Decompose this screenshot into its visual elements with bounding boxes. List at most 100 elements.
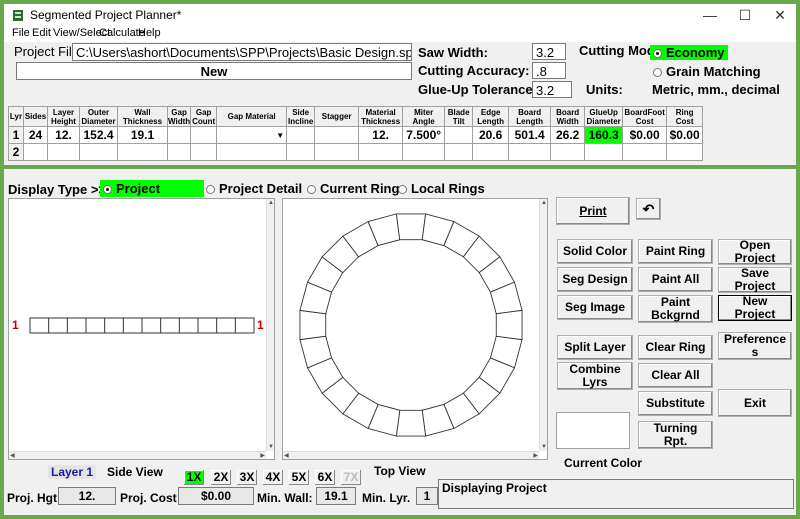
glue-up-tolerance-field[interactable]: 3.2 xyxy=(532,81,572,98)
col-header[interactable]: Miter Angle xyxy=(402,106,446,127)
grid-cell[interactable] xyxy=(166,126,192,144)
grid-cell[interactable]: 26.2 xyxy=(550,126,586,144)
col-header[interactable]: Sides xyxy=(23,106,48,127)
side-view-canvas[interactable]: 1 1 ▲ ▼ ◀ ▶ xyxy=(8,198,275,460)
grid-cell[interactable]: $0.00 xyxy=(622,126,668,144)
scroll-right-icon[interactable]: ▶ xyxy=(533,452,538,460)
paint-all-button[interactable]: Paint All xyxy=(638,267,713,292)
undo-button[interactable]: ↶ xyxy=(636,198,661,220)
cutting-mode-economy[interactable]: Economy xyxy=(650,45,728,60)
split-layer-button[interactable]: Split Layer xyxy=(557,335,633,360)
save-project-button[interactable]: Save Project xyxy=(718,267,792,293)
grid-cell[interactable] xyxy=(47,143,80,161)
project-file-field[interactable]: C:\Users\ashort\Documents\SPP\Projects\B… xyxy=(72,43,412,61)
display-local-rings[interactable]: Local Rings xyxy=(398,181,485,196)
top-view-canvas[interactable]: ▲ ▼ ◀ ▶ xyxy=(282,198,548,460)
display-project-outline[interactable]: Project Outline xyxy=(100,180,204,213)
saw-width-field[interactable]: 3.2 xyxy=(532,43,566,60)
side-view-hscrollbar[interactable]: ◀ ▶ xyxy=(9,451,266,459)
menu-file[interactable]: File xyxy=(12,27,30,39)
seg-design-button[interactable]: Seg Design xyxy=(557,267,633,292)
grid-cell-highlighted[interactable]: 160.3 xyxy=(584,126,624,144)
zoom-4x-button[interactable]: 4X xyxy=(263,470,283,485)
display-current-ring[interactable]: Current Ring xyxy=(307,181,399,196)
scroll-up-icon[interactable]: ▲ xyxy=(268,199,274,207)
col-header[interactable]: Gap Width xyxy=(166,106,192,127)
scroll-left-icon[interactable]: ◀ xyxy=(10,452,15,460)
cutting-accuracy-field[interactable]: .8 xyxy=(532,62,566,79)
top-view-hscrollbar[interactable]: ◀ ▶ xyxy=(283,451,539,459)
grid-cell[interactable]: 19.1 xyxy=(117,126,168,144)
col-header[interactable]: Ring Cost xyxy=(666,106,704,127)
side-view-vscrollbar[interactable]: ▲ ▼ xyxy=(266,199,274,451)
col-header[interactable]: Material Thickness xyxy=(358,106,404,127)
close-button[interactable]: ✕ xyxy=(764,4,796,26)
open-project-button[interactable]: Open Project xyxy=(718,239,792,265)
project-name-field[interactable]: New xyxy=(16,62,412,80)
col-header[interactable]: Board Length xyxy=(508,106,552,127)
grid-cell[interactable] xyxy=(23,143,48,161)
grid-cell[interactable] xyxy=(508,143,552,161)
scroll-right-icon[interactable]: ▶ xyxy=(260,452,265,460)
grid-cell[interactable]: 24 xyxy=(23,126,48,144)
ring-segment[interactable] xyxy=(395,213,427,241)
grid-cell[interactable] xyxy=(622,143,668,161)
grid-cell[interactable] xyxy=(444,143,474,161)
grid-cell[interactable] xyxy=(444,126,474,144)
chevron-down-icon[interactable]: ▼ xyxy=(276,131,284,140)
display-project-detail[interactable]: Project Detail xyxy=(206,181,302,196)
grid-cell[interactable] xyxy=(286,126,316,144)
col-header[interactable]: Side Incline xyxy=(286,106,316,127)
grid-cell[interactable] xyxy=(314,126,360,144)
grid-cell[interactable] xyxy=(79,143,118,161)
substitute-button[interactable]: Substitute xyxy=(638,391,713,416)
grid-cell[interactable]: $0.00 xyxy=(666,126,704,144)
grid-cell[interactable] xyxy=(216,143,288,161)
grid-cell[interactable] xyxy=(117,143,168,161)
minimize-button[interactable]: — xyxy=(694,4,726,26)
grid-cell[interactable] xyxy=(550,143,586,161)
col-header[interactable]: Board Width xyxy=(550,106,586,127)
scroll-down-icon[interactable]: ▼ xyxy=(268,443,274,451)
grid-cell[interactable]: 12. xyxy=(47,126,80,144)
menu-edit[interactable]: Edit xyxy=(32,27,51,39)
scroll-down-icon[interactable]: ▼ xyxy=(541,443,547,451)
grid-cell[interactable] xyxy=(666,143,704,161)
menu-help[interactable]: Help xyxy=(138,27,161,39)
maximize-button[interactable]: ☐ xyxy=(729,4,761,26)
top-view-vscrollbar[interactable]: ▲ ▼ xyxy=(539,199,547,451)
new-project-button[interactable]: New Project xyxy=(718,295,792,321)
grid-cell[interactable] xyxy=(286,143,316,161)
grid-cell[interactable] xyxy=(402,143,446,161)
grid-cell[interactable]: 12. xyxy=(358,126,404,144)
zoom-2x-button[interactable]: 2X xyxy=(211,470,231,485)
col-header[interactable]: Outer Diameter xyxy=(79,106,118,127)
current-color-swatch[interactable] xyxy=(556,412,630,449)
zoom-5x-button[interactable]: 5X xyxy=(289,470,309,485)
combine-layers-button[interactable]: Combine Lyrs xyxy=(557,362,633,390)
row-header[interactable]: 2 xyxy=(8,143,24,161)
ring-segment[interactable] xyxy=(299,309,327,341)
turning-report-button[interactable]: Turning Rpt. xyxy=(638,421,713,449)
col-header[interactable]: Lyr xyxy=(8,106,24,127)
col-header[interactable]: BoardFoot Cost xyxy=(622,106,668,127)
col-header[interactable]: Wall Thickness xyxy=(117,106,168,127)
grid-cell[interactable] xyxy=(358,143,404,161)
scroll-up-icon[interactable]: ▲ xyxy=(541,199,547,207)
col-header[interactable]: Stagger xyxy=(314,106,360,127)
preferences-button[interactable]: Preference s xyxy=(718,332,792,360)
clear-ring-button[interactable]: Clear Ring xyxy=(638,335,713,360)
cutting-mode-grain[interactable]: Grain Matching xyxy=(653,64,761,79)
row-header[interactable]: 1 xyxy=(8,126,24,144)
print-button[interactable]: Print xyxy=(556,197,630,225)
exit-button[interactable]: Exit xyxy=(718,389,792,417)
solid-color-button[interactable]: Solid Color xyxy=(557,239,633,264)
scroll-left-icon[interactable]: ◀ xyxy=(284,452,289,460)
zoom-6x-button[interactable]: 6X xyxy=(315,470,335,485)
zoom-1x-button[interactable]: 1X xyxy=(184,470,204,485)
col-header[interactable]: Layer Height xyxy=(47,106,80,127)
grid-cell[interactable]: 501.4 xyxy=(508,126,552,144)
col-header[interactable]: GlueUp Diameter xyxy=(584,106,624,127)
paint-ring-button[interactable]: Paint Ring xyxy=(638,239,713,264)
gap-material-dropdown[interactable]: ▼ xyxy=(216,126,288,144)
